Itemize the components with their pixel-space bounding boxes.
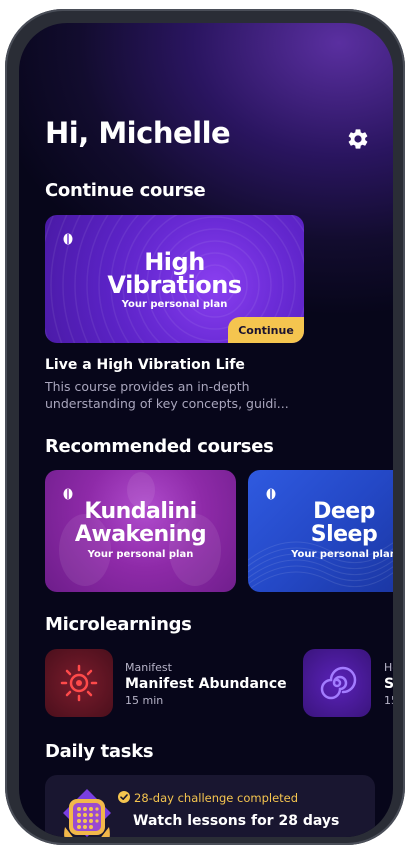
check-circle-icon	[118, 791, 130, 803]
card-subtitle: Your personal plan	[121, 299, 228, 310]
brand-logo-icon	[63, 233, 73, 245]
card-title-line2: Vibrations	[107, 271, 242, 299]
spiral-icon	[320, 666, 357, 700]
card-subtitle: Your personal plan	[291, 549, 393, 560]
greeting-title: Hi, Michelle	[45, 116, 231, 150]
card-title-line1: Kundalini	[84, 499, 197, 524]
micro-title[interactable]: Manifest Abundance	[125, 676, 287, 692]
card-title-line2: Awakening	[74, 522, 207, 547]
section-title-recommended: Recommended courses	[45, 436, 274, 457]
course-name[interactable]: Live a High Vibration Life	[45, 357, 245, 373]
micro-thumb-second[interactable]	[303, 649, 371, 717]
section-title-continue: Continue course	[45, 180, 206, 201]
task-title: Watch lessons for 28 days	[133, 813, 340, 829]
card-subtitle: Your personal plan	[87, 549, 194, 560]
sun-icon	[60, 664, 98, 702]
course-card-deep-sleep[interactable]: Deep Sleep Your personal plan	[248, 470, 393, 592]
micro-category: Manifest	[125, 661, 172, 674]
phone-frame: Hi, Michelle Continue course High Vibrat…	[5, 9, 405, 845]
section-title-daily-tasks: Daily tasks	[45, 741, 154, 762]
brand-logo-icon	[63, 488, 73, 500]
calendar-medal-icon	[63, 789, 111, 837]
micro-duration: 15	[384, 694, 393, 707]
app-screen: Hi, Michelle Continue course High Vibrat…	[19, 23, 393, 837]
card-title-line1: Deep	[313, 499, 375, 524]
micro-category: He	[384, 661, 393, 674]
task-badge-text: 28-day challenge completed	[134, 791, 299, 805]
daily-task-card[interactable]: 28-day challenge completed Watch lessons…	[45, 775, 375, 837]
continue-button[interactable]: Continue	[228, 317, 304, 343]
gear-icon[interactable]	[346, 127, 370, 151]
section-title-microlearnings: Microlearnings	[45, 614, 192, 635]
micro-thumb-manifest[interactable]	[45, 649, 113, 717]
card-title-line2: Sleep	[310, 522, 378, 547]
continue-course-card[interactable]: High Vibrations Your personal plan Conti…	[45, 215, 304, 343]
brand-logo-icon	[266, 488, 276, 500]
micro-duration: 15 min	[125, 694, 164, 707]
course-card-kundalini[interactable]: Kundalini Awakening Your personal plan	[45, 470, 236, 592]
micro-title[interactable]: St	[384, 676, 393, 692]
course-description: This course provides an in-depth underst…	[45, 379, 289, 411]
